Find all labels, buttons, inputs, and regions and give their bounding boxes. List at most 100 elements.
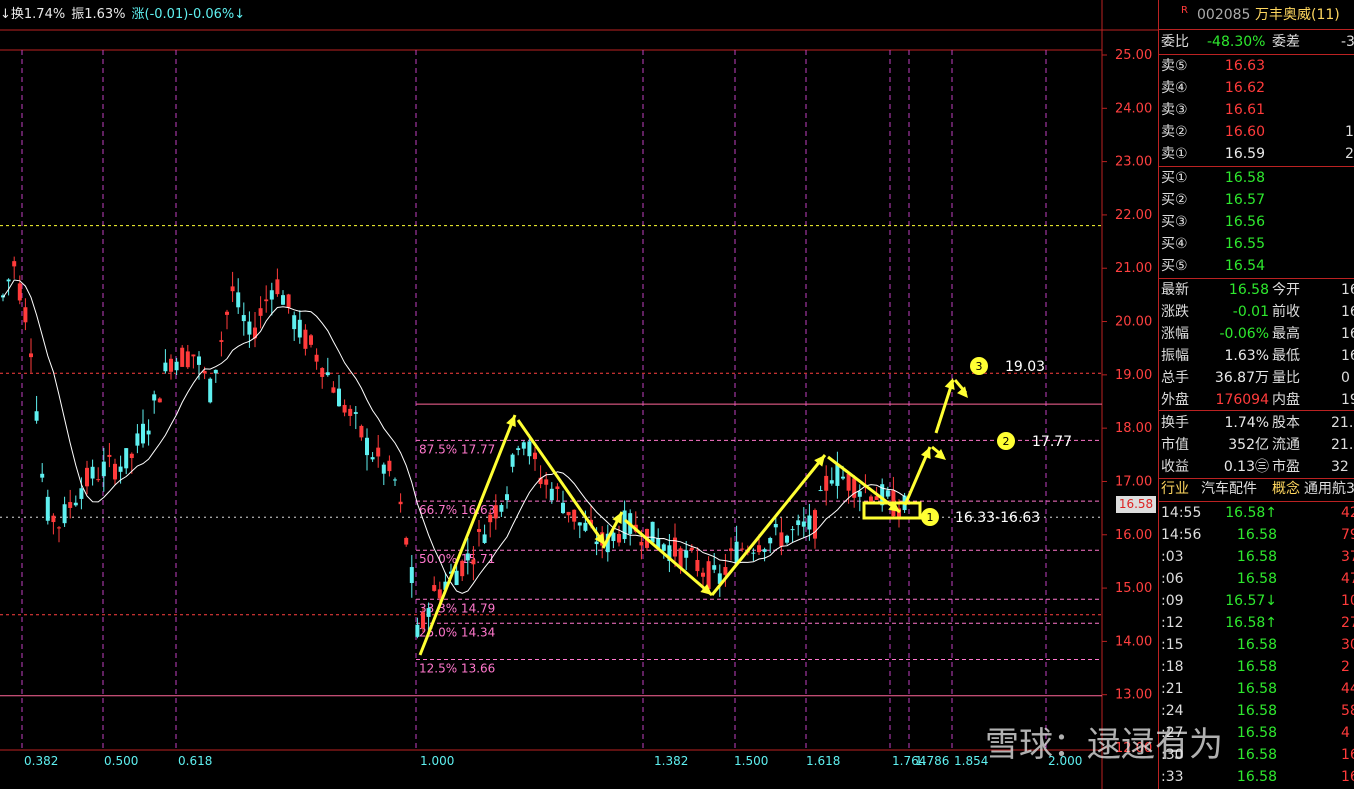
ask-label: 卖③ bbox=[1161, 102, 1188, 118]
stat-row: 涨幅 -0.06%最高 16 bbox=[1159, 323, 1354, 345]
tick-price: 16.58 bbox=[1236, 747, 1277, 763]
candle-up bbox=[85, 467, 89, 487]
stat-value: -0.06% bbox=[1219, 326, 1269, 342]
tick-row: :18 16.58 2 bbox=[1159, 656, 1354, 678]
target-label: 17.77 bbox=[1032, 434, 1072, 450]
candle-up bbox=[225, 311, 229, 315]
tick-volume: 58 bbox=[1341, 703, 1354, 719]
tick-volume: 42 bbox=[1341, 505, 1354, 521]
candle-down bbox=[146, 430, 151, 435]
y-tick-label: 15.00 bbox=[1115, 581, 1152, 596]
stat-value: 1.74% bbox=[1224, 415, 1269, 431]
candle-up bbox=[617, 534, 621, 543]
bid-row: 买② 16.57 bbox=[1159, 189, 1354, 211]
candle-down bbox=[829, 480, 834, 484]
candle-up bbox=[219, 340, 224, 342]
candle-down bbox=[90, 466, 95, 479]
tick-time: :33 bbox=[1161, 769, 1184, 785]
bid-label: 买① bbox=[1161, 170, 1188, 186]
y-tick-label: 17.00 bbox=[1115, 474, 1152, 489]
candle-up bbox=[869, 496, 873, 502]
stat-value: 36.87万 bbox=[1214, 370, 1269, 386]
target-number: 3 bbox=[976, 360, 983, 373]
candle-down bbox=[241, 315, 246, 322]
tick-volume: 16 bbox=[1341, 747, 1354, 763]
candle-down bbox=[841, 476, 845, 479]
candle-up bbox=[846, 473, 851, 491]
candle-up bbox=[471, 559, 476, 565]
tick-row: :15 16.58 30 bbox=[1159, 634, 1354, 656]
stat-label: 市值 bbox=[1161, 437, 1189, 453]
ask-price: 16.61 bbox=[1224, 102, 1265, 118]
bid-price: 16.58 bbox=[1224, 170, 1265, 186]
tick-time: :03 bbox=[1161, 549, 1184, 565]
candle-up bbox=[157, 398, 162, 403]
y-tick-label: 24.00 bbox=[1115, 101, 1152, 116]
weicha-value: -3 bbox=[1341, 34, 1354, 50]
candle-down bbox=[549, 488, 554, 501]
candle-down bbox=[269, 290, 274, 300]
candle-down bbox=[208, 378, 213, 403]
candlestick-chart[interactable]: 25.00 24.00 23.00 22.00 21.00 20.00 19.00 18.00… bbox=[0, 0, 1158, 789]
candle-down bbox=[297, 319, 302, 338]
bid-row: 买③ 16.56 bbox=[1159, 211, 1354, 233]
candle-up bbox=[191, 354, 196, 357]
current-price-tag: 16.58 bbox=[1116, 496, 1156, 513]
stat-value: 16 bbox=[1341, 282, 1354, 298]
candle-up bbox=[230, 286, 235, 292]
candle-down bbox=[426, 608, 431, 617]
candle-down bbox=[561, 502, 565, 514]
candle-up bbox=[572, 509, 577, 522]
tick-row: :09 16.57↓ 102 bbox=[1159, 590, 1354, 612]
candle-up bbox=[309, 335, 313, 345]
tick-price: 16.58↑ bbox=[1225, 505, 1277, 521]
candle-up bbox=[113, 463, 117, 480]
candle-down bbox=[124, 448, 129, 469]
y-tick-label: 20.00 bbox=[1115, 315, 1152, 330]
candle-up bbox=[180, 347, 185, 367]
candle-up bbox=[331, 387, 336, 393]
candle-down bbox=[370, 457, 375, 460]
stat-label: 最新 bbox=[1161, 282, 1189, 298]
candle-up bbox=[129, 453, 134, 459]
stat-row: 振幅 1.63%最低 16 bbox=[1159, 345, 1354, 367]
candle-up bbox=[723, 567, 728, 575]
tick-time: :15 bbox=[1161, 637, 1184, 653]
candle-up bbox=[202, 371, 207, 374]
candle-down bbox=[790, 529, 795, 531]
industry-value[interactable]: 汽车配件 bbox=[1201, 478, 1257, 500]
candle-down bbox=[353, 412, 358, 414]
stat-row: 外盘 176094内盘 192 bbox=[1159, 389, 1354, 411]
y-tick-label: 22.00 bbox=[1115, 208, 1152, 223]
y-tick-label: 21.00 bbox=[1115, 261, 1152, 276]
stat-row: 涨跌 -0.01前收 16 bbox=[1159, 301, 1354, 323]
candle-down bbox=[135, 433, 140, 446]
stock-name[interactable]: 万丰奥威(11) bbox=[1255, 4, 1340, 26]
candle-down bbox=[768, 537, 773, 544]
candle-down bbox=[516, 448, 521, 451]
stat-label: 最高 bbox=[1272, 326, 1300, 342]
x-fib-label: 0.618 bbox=[178, 754, 212, 768]
stat-row: 总手 36.87万 量比 0 bbox=[1159, 367, 1354, 389]
candle-down bbox=[527, 441, 532, 457]
candle-down bbox=[236, 292, 241, 308]
bid-row: 买⑤ 16.54 bbox=[1159, 255, 1354, 277]
ask-label: 卖④ bbox=[1161, 80, 1188, 96]
tick-time: 14:56 bbox=[1161, 527, 1202, 543]
tick-price: 16.58 bbox=[1236, 637, 1277, 653]
concept-value[interactable]: 通用航3 bbox=[1304, 478, 1354, 500]
candle-up bbox=[314, 354, 319, 362]
candle-up bbox=[387, 460, 392, 472]
candle-down bbox=[773, 523, 778, 528]
candle-down bbox=[465, 553, 470, 561]
candle-down bbox=[583, 522, 588, 531]
candle-up bbox=[729, 548, 733, 552]
stat-label: 前收 bbox=[1272, 304, 1300, 320]
stat-label: 涨跌 bbox=[1161, 304, 1189, 320]
candle-up bbox=[23, 307, 28, 323]
candle-down bbox=[454, 570, 459, 586]
candle-up bbox=[258, 308, 263, 316]
tick-price: 16.58↑ bbox=[1225, 615, 1277, 631]
candle-up bbox=[555, 486, 560, 490]
tick-time: :12 bbox=[1161, 615, 1184, 631]
